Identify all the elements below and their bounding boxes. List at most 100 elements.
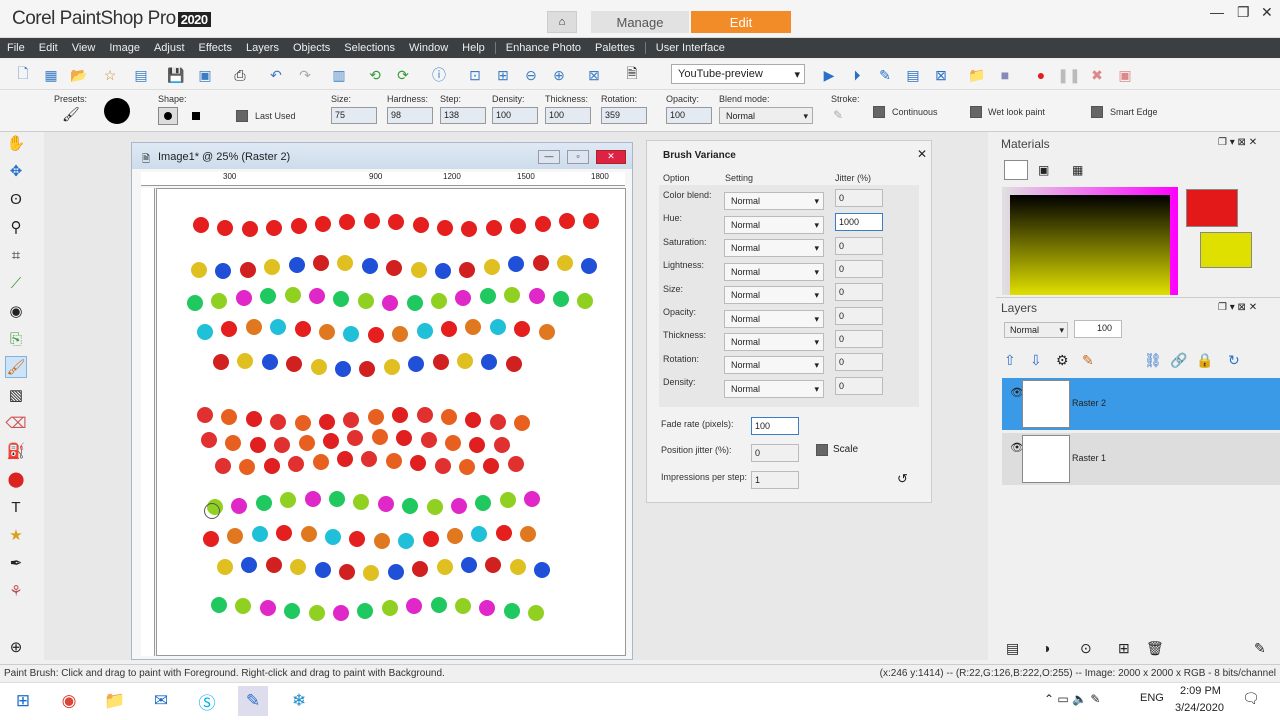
continuous-checkbox[interactable] [873, 106, 885, 118]
layer-row[interactable]: 👁 Raster 1 [1002, 433, 1280, 485]
density-input[interactable]: 100 [492, 107, 538, 124]
variance-jitter-input[interactable]: 0 [835, 307, 883, 325]
brush-layer-icon[interactable]: ✎ [1082, 352, 1094, 369]
link2-icon[interactable]: 🔗 [1170, 352, 1187, 369]
pan-tool-icon[interactable]: ✋ [5, 132, 27, 154]
color-changer-tool-icon[interactable]: ⬤ [5, 468, 27, 490]
tab-edit[interactable]: Edit [691, 11, 791, 33]
brush-tip-preview[interactable] [104, 98, 130, 124]
layer-blend-dropdown[interactable]: Normal ▾ [1004, 322, 1068, 338]
rotation-input[interactable]: 359 [601, 107, 647, 124]
outlook-icon[interactable]: ✉ [146, 686, 176, 716]
menu-effects[interactable]: Effects [192, 42, 239, 54]
preset-shape-tool-icon[interactable]: ★ [5, 524, 27, 546]
options-icon[interactable]: ❐ ▾ ⊠ ✕ [1218, 302, 1257, 313]
fade-rate-input[interactable]: 100 [751, 417, 799, 435]
tab-manage[interactable]: Manage [591, 11, 689, 33]
snowflake-icon[interactable]: ❄ [284, 686, 314, 716]
blend-mode-dropdown[interactable]: Normal ▾ [719, 107, 813, 124]
batch-rename-icon[interactable]: ⊠ [932, 66, 950, 84]
swatches-icon[interactable]: ▣ [1038, 163, 1049, 177]
clone-tool-icon[interactable]: ⎘ [5, 328, 27, 350]
layer-row[interactable]: 👁 Raster 2 [1002, 378, 1280, 430]
red-eye-tool-icon[interactable]: ◉ [5, 300, 27, 322]
file-explorer-icon[interactable]: 📁 [100, 686, 130, 716]
save-script-icon[interactable]: ▣ [1116, 66, 1134, 84]
minimize-icon[interactable]: — [538, 150, 560, 164]
menu-image[interactable]: Image [102, 42, 147, 54]
scale-checkbox[interactable] [816, 444, 828, 456]
link-icon[interactable]: ⛓ [1144, 352, 1162, 369]
mask-icon[interactable]: ⊙ [1080, 640, 1092, 657]
frame-icon[interactable] [1004, 160, 1028, 180]
cancel-icon[interactable]: ✖ [1088, 66, 1106, 84]
variance-setting-dropdown[interactable]: Normal ▾ [724, 192, 824, 210]
variance-setting-dropdown[interactable]: Normal ▾ [724, 310, 824, 328]
pan-icon[interactable]: ⊠ [585, 66, 603, 84]
fit-window-icon[interactable]: ⊞ [494, 66, 512, 84]
new-layer-icon[interactable]: ⇧ [1004, 352, 1016, 369]
close-icon[interactable]: ✕ [596, 150, 626, 164]
square-shape-icon[interactable] [186, 107, 206, 125]
undo-icon[interactable]: ↶ [267, 66, 285, 84]
pen-tool-icon[interactable]: ✒ [5, 552, 27, 574]
new-file-icon[interactable]: 🗋 [14, 65, 32, 84]
group-icon[interactable]: ⚙ [1056, 352, 1069, 369]
stop-icon[interactable]: ■ [996, 66, 1014, 84]
menu-edit[interactable]: Edit [32, 42, 65, 54]
rotate-right-icon[interactable]: ⟳ [394, 66, 412, 84]
smart-edge-checkbox[interactable] [1091, 106, 1103, 118]
edit-icon[interactable]: ✎ [1254, 640, 1266, 657]
menu-objects[interactable]: Objects [286, 42, 337, 54]
grid-icon[interactable]: ▦ [1072, 163, 1083, 177]
rotate-left-icon[interactable]: ⟲ [366, 66, 384, 84]
menu-enhance-photo[interactable]: Enhance Photo [499, 42, 588, 54]
zoom-in-icon[interactable]: ⊕ [550, 66, 568, 84]
run-script-icon[interactable]: ▶ [820, 66, 838, 84]
hardness-input[interactable]: 98 [387, 107, 433, 124]
flood-fill-tool-icon[interactable]: ⛽ [5, 440, 27, 462]
close-icon[interactable]: ✕ [917, 147, 927, 161]
variance-jitter-input[interactable]: 0 [835, 237, 883, 255]
image-canvas[interactable] [156, 188, 626, 656]
minimize-icon[interactable]: — [1210, 4, 1224, 20]
record-icon[interactable]: ● [1032, 66, 1050, 84]
variance-setting-dropdown[interactable]: Normal ▾ [724, 286, 824, 304]
skype-icon[interactable]: Ⓢ [192, 686, 222, 716]
paintshop-icon[interactable]: ✎ [238, 686, 268, 716]
menu-help[interactable]: Help [455, 42, 492, 54]
language-indicator[interactable]: ENG [1140, 692, 1164, 704]
menu-view[interactable]: View [65, 42, 103, 54]
new-layer-down-icon[interactable]: ⇩ [1030, 352, 1042, 369]
history-icon[interactable]: ▥ [330, 66, 348, 84]
variance-setting-dropdown[interactable]: Normal ▾ [724, 263, 824, 281]
print-icon[interactable]: ⎙ [231, 66, 249, 84]
lasso-tool-icon[interactable]: ʘ [5, 188, 27, 210]
refresh-icon[interactable]: ↻ [1228, 352, 1240, 369]
menu-selections[interactable]: Selections [337, 42, 402, 54]
adjustment-layer-icon[interactable]: ◑ [1042, 640, 1050, 656]
redo-icon[interactable]: ↷ [296, 66, 314, 84]
gradient-tool-icon[interactable]: ▧ [5, 384, 27, 406]
properties-icon[interactable]: ▤ [1006, 640, 1019, 657]
variance-setting-dropdown[interactable]: Normal ▾ [724, 380, 824, 398]
pause-icon[interactable]: ❚❚ [1057, 66, 1080, 84]
foreground-swatch[interactable] [1186, 189, 1238, 227]
info-icon[interactable]: ⓘ [430, 66, 448, 84]
round-shape-icon[interactable] [158, 107, 178, 125]
variance-jitter-input[interactable]: 1000 [835, 213, 883, 231]
position-jitter-input[interactable]: 0 [751, 444, 799, 462]
save-icon[interactable]: 💾 [167, 66, 185, 84]
clock-date[interactable]: 3/24/2020 [1175, 702, 1224, 714]
menu-layers[interactable]: Layers [239, 42, 286, 54]
script-preset-dropdown[interactable]: YouTube-preview ▾ [671, 64, 805, 84]
document-icon[interactable]: 🗎 [623, 65, 641, 84]
menu-adjust[interactable]: Adjust [147, 42, 192, 54]
dropper-tool-icon[interactable]: ⚲ [5, 216, 27, 238]
edit-script-icon[interactable]: ✎ [876, 66, 894, 84]
variance-setting-dropdown[interactable]: Normal ▾ [724, 239, 824, 257]
restore-icon[interactable]: ❐ [1237, 4, 1250, 21]
brush-preset-icon[interactable]: 🖌 [62, 106, 80, 123]
text-tool-icon[interactable]: T [5, 496, 27, 518]
paint-brush-tool-icon[interactable]: 🖌 [5, 356, 27, 378]
